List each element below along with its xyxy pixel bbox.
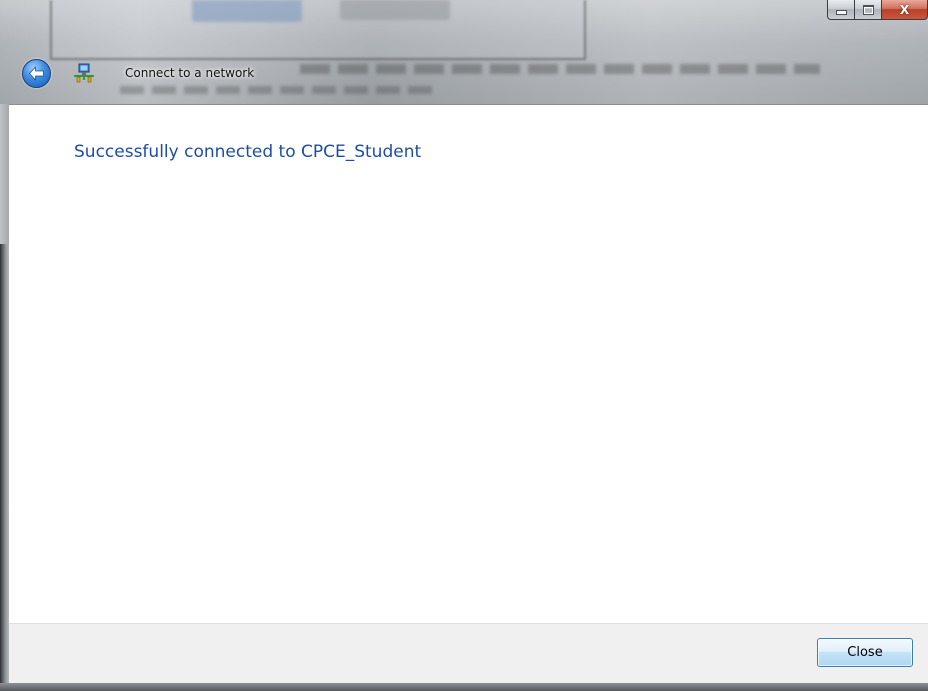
back-arrow-icon bbox=[29, 66, 44, 81]
window-title: Connect to a network bbox=[125, 66, 255, 80]
caption-buttons: X bbox=[827, 0, 928, 21]
main-instruction: Successfully connected to CPCE_Student bbox=[74, 142, 422, 162]
background-ghost-text bbox=[300, 64, 820, 74]
connect-to-network-window: X Connect to a network Successfully conn… bbox=[0, 0, 928, 691]
window-frame-left-highlight bbox=[0, 104, 9, 244]
network-connection-icon bbox=[74, 63, 94, 83]
maximize-icon bbox=[862, 4, 874, 15]
close-icon: X bbox=[899, 2, 910, 17]
background-ghost-button bbox=[340, 0, 450, 20]
close-button[interactable]: Close bbox=[817, 638, 913, 667]
content-area: Successfully connected to CPCE_Student bbox=[9, 104, 928, 623]
background-window-ghost bbox=[50, 0, 586, 60]
minimize-button[interactable] bbox=[827, 0, 855, 20]
window-frame-bottom bbox=[0, 683, 928, 691]
background-ghost-text bbox=[120, 86, 440, 94]
background-ghost-button bbox=[192, 0, 302, 22]
window-close-button[interactable]: X bbox=[882, 0, 928, 20]
window-title-bar: X Connect to a network bbox=[0, 0, 928, 104]
minimize-icon bbox=[835, 10, 847, 15]
back-button[interactable] bbox=[22, 59, 51, 88]
maximize-button[interactable] bbox=[855, 0, 882, 20]
command-area: Close bbox=[9, 623, 928, 683]
